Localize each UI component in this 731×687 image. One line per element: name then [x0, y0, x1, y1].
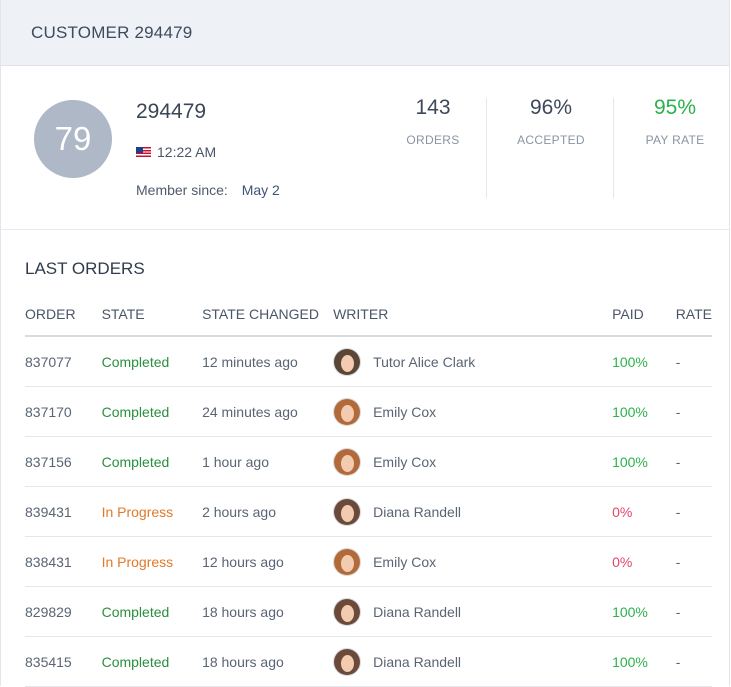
order-state: In Progress [101, 536, 203, 587]
writer-name[interactable]: Diana Randell [373, 604, 461, 620]
state-changed: 18 hours ago [202, 636, 334, 687]
customer-profile: 79 294479 12:22 AM Member since: May 2 1… [1, 66, 729, 230]
state-changed: 24 minutes ago [202, 386, 334, 437]
member-since: Member since: May 2 [136, 182, 280, 198]
order-id[interactable]: 837170 [25, 386, 102, 437]
order-id[interactable]: 835415 [25, 636, 102, 687]
writer-avatar [333, 547, 362, 576]
writer-name[interactable]: Diana Randell [373, 654, 461, 670]
table-row[interactable]: 839431 In Progress 2 hours ago Diana Randel… [25, 486, 712, 537]
writer-avatar [333, 647, 362, 676]
column-header-writer[interactable]: WRITER [333, 293, 613, 337]
table-row[interactable]: 835415 Completed 18 hours ago Diana Randell… [25, 636, 712, 687]
stat-pay-rate-label: PAY RATE [645, 133, 705, 147]
writer-cell[interactable]: Emily Cox [333, 386, 613, 437]
writer-name[interactable]: Tutor Alice Clark [373, 354, 475, 370]
panel-header: CUSTOMER 294479 [1, 0, 729, 66]
writer-cell[interactable]: Emily Cox [333, 536, 613, 587]
stat-orders: 143 ORDERS [373, 96, 493, 147]
writer-avatar [333, 497, 362, 526]
stat-accepted-value: 96% [529, 96, 573, 119]
order-state: Completed [101, 586, 203, 637]
state-changed: 12 minutes ago [202, 336, 334, 387]
paid-percent: 100% [612, 436, 676, 487]
order-id[interactable]: 839431 [25, 486, 102, 537]
writer-cell[interactable]: Diana Randell [333, 486, 613, 537]
column-header-order[interactable]: ORDER [25, 293, 102, 337]
writer-cell[interactable]: Emily Cox [333, 436, 613, 487]
member-since-label: Member since: [136, 182, 228, 198]
writer-cell[interactable]: Diana Randell [333, 586, 613, 637]
paid-percent: 0% [612, 486, 676, 537]
order-id[interactable]: 838431 [25, 536, 102, 587]
order-state: Completed [101, 636, 203, 687]
paid-percent: 100% [612, 636, 676, 687]
page-title: CUSTOMER 294479 [31, 22, 193, 42]
member-since-value: May 2 [241, 182, 280, 198]
state-changed: 2 hours ago [202, 486, 334, 537]
order-state: In Progress [101, 486, 203, 537]
table-row[interactable]: 837170 Completed 24 minutes ago Emily Cox 10… [25, 386, 712, 437]
column-header-rate[interactable]: RATE [675, 293, 712, 337]
order-id[interactable]: 837156 [25, 436, 102, 487]
column-header-state-changed[interactable]: STATE CHANGED [202, 293, 334, 337]
last-orders-title: LAST ORDERS [25, 259, 145, 278]
rate-value: - [675, 486, 712, 537]
table-row[interactable]: 838431 In Progress 12 hours ago Emily Cox 0%… [25, 536, 712, 587]
order-state: Completed [101, 386, 203, 437]
rate-value: - [675, 536, 712, 587]
rate-value: - [675, 436, 712, 487]
local-time-value: 12:22 AM [157, 144, 217, 160]
orders-table: ORDER STATE STATE CHANGED WRITER PAID RA… [25, 293, 712, 687]
writer-avatar [333, 597, 362, 626]
stat-orders-label: ORDERS [406, 133, 460, 147]
writer-name[interactable]: Emily Cox [373, 454, 436, 470]
writer-cell[interactable]: Diana Randell [333, 636, 613, 687]
order-id[interactable]: 837077 [25, 336, 102, 387]
state-changed: 1 hour ago [202, 436, 334, 487]
column-header-paid[interactable]: PAID [612, 293, 676, 337]
order-state: Completed [101, 436, 203, 487]
paid-percent: 100% [612, 586, 676, 637]
writer-cell[interactable]: Tutor Alice Clark [333, 336, 613, 387]
table-header-row: ORDER STATE STATE CHANGED WRITER PAID RA… [25, 293, 712, 337]
customer-panel: CUSTOMER 294479 79 294479 12:22 AM Membe… [0, 0, 730, 687]
stat-pay-rate: 95% PAY RATE [615, 96, 731, 147]
us-flag-icon [136, 147, 151, 157]
writer-avatar [333, 447, 362, 476]
stat-divider [486, 98, 487, 198]
writer-name[interactable]: Emily Cox [373, 554, 436, 570]
stat-orders-value: 143 [415, 96, 451, 119]
rate-value: - [675, 636, 712, 687]
writer-avatar [333, 397, 362, 426]
stat-accepted: 96% ACCEPTED [491, 96, 611, 147]
rate-value: - [675, 336, 712, 387]
rate-value: - [675, 386, 712, 437]
paid-percent: 100% [612, 386, 676, 437]
table-row[interactable]: 837156 Completed 1 hour ago Emily Cox 100% - [25, 436, 712, 487]
state-changed: 18 hours ago [202, 586, 334, 637]
stat-divider [613, 98, 614, 198]
writer-name[interactable]: Diana Randell [373, 504, 461, 520]
customer-name: 294479 [136, 100, 207, 123]
table-row[interactable]: 829829 Completed 18 hours ago Diana Randell… [25, 586, 712, 637]
order-state: Completed [101, 336, 203, 387]
paid-percent: 0% [612, 536, 676, 587]
table-row[interactable]: 837077 Completed 12 minutes ago Tutor Alice… [25, 336, 712, 387]
local-time: 12:22 AM [136, 144, 216, 160]
stat-accepted-label: ACCEPTED [517, 133, 585, 147]
column-header-state[interactable]: STATE [101, 293, 203, 337]
writer-avatar [333, 347, 362, 376]
paid-percent: 100% [612, 336, 676, 387]
rate-value: - [675, 586, 712, 637]
writer-name[interactable]: Emily Cox [373, 404, 436, 420]
state-changed: 12 hours ago [202, 536, 334, 587]
stat-pay-rate-value: 95% [653, 96, 697, 119]
order-id[interactable]: 829829 [25, 586, 102, 637]
avatar: 79 [34, 100, 112, 178]
